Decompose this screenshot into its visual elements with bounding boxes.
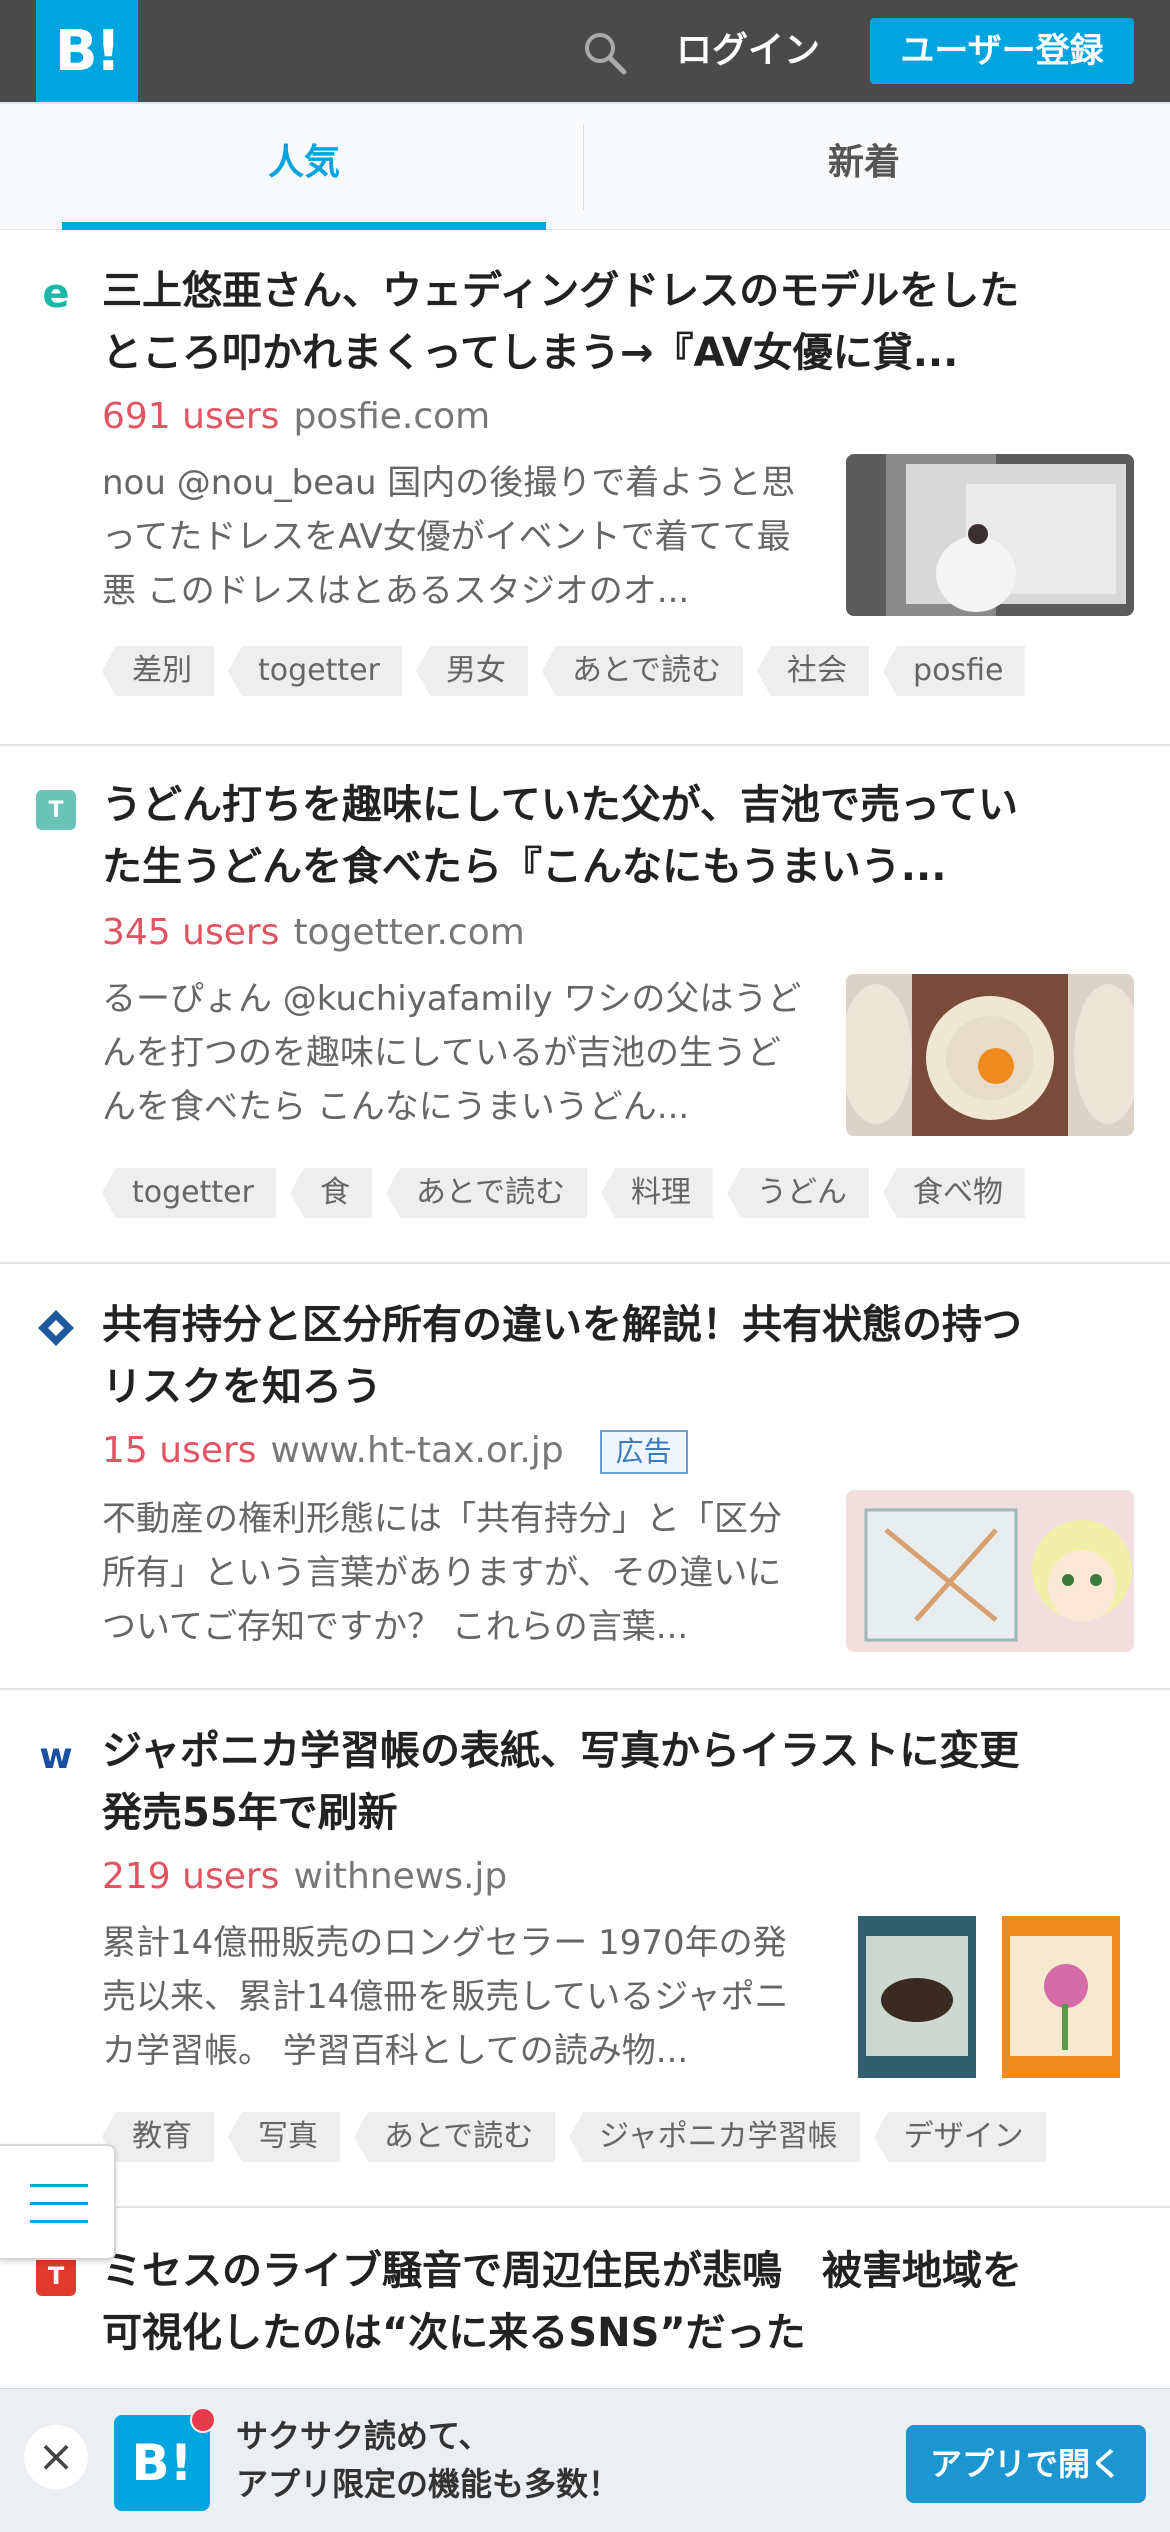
entry-meta: 691 users posfie.com xyxy=(102,392,490,442)
bookmark-users-count[interactable]: 219 users xyxy=(102,1856,279,1897)
entry-item[interactable]: e 三上悠亜さん、ウェディングドレスのモデルをしたところ叩かれまくってしまう→『… xyxy=(0,232,1170,746)
app-promo-banner: × B! サクサク読めて、 アプリ限定の機能も多数！ アプリで開く xyxy=(0,2388,1170,2532)
entry-description: 不動産の権利形態には「共有持分」と「区分所有」という言葉がありますが、その違いに… xyxy=(102,1499,782,1647)
entry-meta: 219 users withnews.jp xyxy=(102,1852,507,1902)
bookmark-users-count[interactable]: 691 users xyxy=(102,396,279,437)
tag-item[interactable]: あとで読む xyxy=(541,646,744,696)
entry-description: 累計14億冊販売のロングセラー 1970年の発売以来、累計14億冊を販売している… xyxy=(102,1923,789,2071)
signup-button[interactable]: ユーザー登録 xyxy=(870,18,1134,84)
entry-item[interactable]: T うどん打ちを趣味にしていた父が、吉池で売っていた生うどんを食べたら『こんなに… xyxy=(0,746,1170,1264)
tag-item[interactable]: うどん xyxy=(727,1168,870,1218)
togetter-favicon-icon: T xyxy=(36,790,76,830)
tag-item[interactable]: posfie xyxy=(883,646,1026,696)
entry-thumbnail[interactable] xyxy=(846,1490,1134,1652)
site-favicon-icon: T xyxy=(36,2256,76,2296)
tag-item[interactable]: togetter xyxy=(228,646,402,696)
entry-title[interactable]: ミセスのライブ騒音で周辺住民が悲鳴 被害地域を可視化したのは“次に来るSNS”だ… xyxy=(102,2240,1042,2364)
entry-thumbnail[interactable] xyxy=(846,974,1134,1136)
hatena-bookmark-logo[interactable]: B! xyxy=(36,0,138,102)
tag-item[interactable]: ジャポニカ学習帳 xyxy=(569,2112,860,2162)
tag-item[interactable]: 食べ物 xyxy=(883,1168,1026,1218)
tag-item[interactable]: 社会 xyxy=(757,646,870,696)
entry-thumbnail[interactable] xyxy=(846,454,1134,616)
open-in-app-button[interactable]: アプリで開く xyxy=(906,2425,1146,2503)
ht-tax-favicon-icon xyxy=(36,1308,76,1348)
entry-tags: togetter 食 あとで読む 料理 うどん 食べ物 xyxy=(102,1168,1026,1218)
tag-item[interactable]: 差別 xyxy=(102,646,214,696)
bookmark-users-count[interactable]: 15 users xyxy=(102,1430,257,1471)
tag-item[interactable]: あとで読む xyxy=(385,1168,588,1218)
menu-button[interactable] xyxy=(0,2144,116,2260)
tab-new[interactable]: 新着 xyxy=(584,104,1144,230)
notification-dot xyxy=(190,2407,216,2433)
close-icon[interactable]: × xyxy=(24,2425,88,2489)
entry-title[interactable]: 共有持分と区分所有の違いを解説！共有状態の持つリスクを知ろう xyxy=(102,1294,1042,1418)
search-icon[interactable] xyxy=(580,28,628,76)
entry-tags: 差別 togetter 男女 あとで読む 社会 posfie xyxy=(102,646,1026,696)
login-link[interactable]: ログイン xyxy=(676,24,820,78)
entry-description: るーぴょん @kuchiyafamily ワシの父はうどんを打つのを趣味にしてい… xyxy=(102,979,802,1127)
entry-domain[interactable]: withnews.jp xyxy=(293,1856,507,1897)
menu-icon xyxy=(30,2220,88,2223)
ad-badge: 広告 xyxy=(599,1430,688,1474)
withnews-favicon-icon: w xyxy=(36,1736,76,1777)
tag-item[interactable]: 料理 xyxy=(601,1168,714,1218)
entry-domain[interactable]: togetter.com xyxy=(293,912,524,953)
tag-item[interactable]: 食 xyxy=(289,1168,372,1218)
tag-item[interactable]: togetter xyxy=(102,1168,276,1218)
tag-item[interactable]: あとで読む xyxy=(354,2112,556,2162)
tag-item[interactable]: 教育 xyxy=(102,2112,214,2162)
entry-tags: 教育 写真 あとで読む ジャポニカ学習帳 デザイン xyxy=(102,2112,1046,2162)
entry-item-ad[interactable]: 共有持分と区分所有の違いを解説！共有状態の持つリスクを知ろう 15 users w… xyxy=(0,1264,1170,1690)
banner-line-2: アプリ限定の機能も多数！ xyxy=(236,2465,621,2503)
tag-item[interactable]: 男女 xyxy=(415,646,528,696)
tag-item[interactable]: 写真 xyxy=(228,2112,340,2162)
entry-description: nou @nou_beau 国内の後撮りで着ようと思ってたドレスをAV女優がイベ… xyxy=(102,463,796,611)
tab-popular[interactable]: 人気 xyxy=(62,104,546,230)
category-tabs: 人気 新着 xyxy=(0,102,1170,230)
entry-meta: 345 users togetter.com xyxy=(102,908,525,958)
entry-domain[interactable]: www.ht-tax.or.jp xyxy=(271,1430,564,1471)
posfie-favicon-icon: e xyxy=(36,271,76,317)
entry-meta: 15 users www.ht-tax.or.jp 広告 xyxy=(102,1426,688,1476)
entry-domain[interactable]: posfie.com xyxy=(293,396,490,437)
banner-line-1: サクサク読めて、 xyxy=(236,2417,491,2455)
entry-title[interactable]: うどん打ちを趣味にしていた父が、吉池で売っていた生うどんを食べたら『こんなにもう… xyxy=(102,774,1042,898)
entry-thumbnail[interactable] xyxy=(846,1916,1134,2078)
top-header: B! ログイン ユーザー登録 xyxy=(0,0,1170,102)
menu-icon xyxy=(30,2184,88,2187)
entry-title[interactable]: 三上悠亜さん、ウェディングドレスのモデルをしたところ叩かれまくってしまう→『AV… xyxy=(102,260,1042,384)
menu-icon xyxy=(30,2202,88,2205)
bookmark-users-count[interactable]: 345 users xyxy=(102,912,279,953)
entry-item[interactable]: T ミセスのライブ騒音で周辺住民が悲鳴 被害地域を可視化したのは“次に来るSNS… xyxy=(0,2208,1170,2388)
entry-title[interactable]: ジャポニカ学習帳の表紙、写真からイラストに変更 発売55年で刷新 xyxy=(102,1720,1042,1844)
tag-item[interactable]: デザイン xyxy=(873,2112,1046,2162)
entry-item[interactable]: w ジャポニカ学習帳の表紙、写真からイラストに変更 発売55年で刷新 219 u… xyxy=(0,1690,1170,2208)
